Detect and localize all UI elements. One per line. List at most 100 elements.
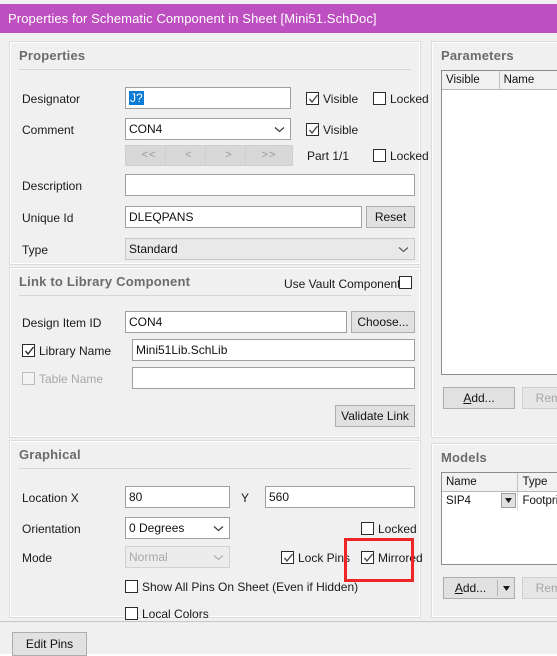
models-remove-button: Remove bbox=[522, 577, 557, 599]
lock-pins-label: Lock Pins bbox=[298, 551, 351, 565]
mode-combobox: Normal bbox=[125, 546, 230, 568]
dialog-footer: Edit Pins bbox=[0, 623, 557, 656]
description-label: Description bbox=[22, 179, 83, 193]
part-locked-label: Locked bbox=[390, 149, 429, 163]
designator-label: Designator bbox=[22, 92, 81, 106]
parameters-add-label-rest: dd... bbox=[471, 391, 495, 405]
models-header: Models bbox=[441, 450, 557, 472]
table-name-input bbox=[132, 367, 415, 389]
properties-dialog: Properties for Schematic Component in Sh… bbox=[0, 0, 557, 656]
designator-locked-checkbox[interactable] bbox=[373, 92, 386, 105]
parameters-title: Parameters bbox=[441, 48, 514, 63]
chevron-down-icon[interactable] bbox=[501, 493, 517, 508]
link-library-title: Link to Library Component bbox=[19, 274, 191, 289]
location-y-label: Y bbox=[241, 491, 250, 505]
parameters-add-button[interactable]: Add... bbox=[443, 387, 515, 409]
orientation-combobox[interactable]: 0 Degrees bbox=[125, 517, 230, 539]
designator-locked-label: Locked bbox=[390, 92, 429, 106]
orientation-value: 0 Degrees bbox=[129, 521, 185, 535]
chevron-down-icon bbox=[211, 518, 225, 538]
mirrored-label: Mirrored bbox=[378, 551, 423, 565]
checkmark-icon bbox=[363, 552, 374, 564]
validate-link-button[interactable]: Validate Link bbox=[335, 405, 415, 427]
designator-visible-label: Visible bbox=[323, 92, 359, 106]
link-library-group: Link to Library Component Use Vault Comp… bbox=[9, 267, 421, 438]
chevron-down-icon bbox=[211, 547, 225, 567]
parameters-remove-button: Remove bbox=[522, 387, 557, 409]
graphical-header: Graphical bbox=[19, 447, 411, 469]
reset-button[interactable]: Reset bbox=[366, 206, 415, 228]
comment-visible-checkbox[interactable] bbox=[306, 123, 319, 136]
part-last-button[interactable]: >> bbox=[245, 145, 293, 166]
models-add-button[interactable]: Add... bbox=[443, 577, 515, 599]
comment-combobox[interactable]: CON4 bbox=[125, 118, 291, 140]
parameters-group: Parameters Visible Name Add... Remove bbox=[431, 41, 557, 438]
dialog-title: Properties for Schematic Component in Sh… bbox=[8, 11, 377, 26]
graphical-divider bbox=[19, 468, 411, 469]
choose-button[interactable]: Choose... bbox=[351, 311, 415, 333]
parameters-header: Parameters bbox=[441, 48, 557, 70]
orientation-label: Orientation bbox=[22, 522, 81, 536]
properties-group-title: Properties bbox=[19, 48, 86, 63]
models-row-name-text: SIP4 bbox=[446, 495, 471, 507]
type-label: Type bbox=[22, 243, 49, 257]
type-value: Standard bbox=[129, 242, 178, 256]
models-title: Models bbox=[441, 450, 487, 465]
graphical-locked-checkbox[interactable] bbox=[361, 522, 374, 535]
location-y-input[interactable]: 560 bbox=[265, 486, 415, 508]
dialog-titlebar: Properties for Schematic Component in Sh… bbox=[0, 4, 557, 33]
lock-pins-checkbox[interactable] bbox=[281, 551, 294, 564]
comment-label: Comment bbox=[22, 123, 75, 137]
use-vault-label: Use Vault Component bbox=[284, 277, 401, 291]
models-cell-name[interactable]: SIP4 bbox=[442, 492, 519, 511]
part-indicator: Part 1/1 bbox=[307, 149, 350, 163]
parameters-table[interactable]: Visible Name bbox=[441, 70, 557, 375]
mode-label: Mode bbox=[22, 551, 53, 565]
graphical-locked-label: Locked bbox=[378, 522, 417, 536]
part-locked-checkbox[interactable] bbox=[373, 149, 386, 162]
comment-value: CON4 bbox=[129, 122, 163, 136]
description-input[interactable] bbox=[125, 174, 415, 196]
chevron-down-icon bbox=[396, 239, 410, 259]
graphical-title: Graphical bbox=[19, 447, 81, 462]
checkmark-icon bbox=[308, 93, 319, 105]
models-cell-type[interactable]: Footprint bbox=[518, 492, 557, 511]
designator-visible-checkbox[interactable] bbox=[306, 92, 319, 105]
checkmark-icon bbox=[283, 552, 294, 564]
type-combobox[interactable]: Standard bbox=[125, 238, 415, 260]
edit-pins-button[interactable]: Edit Pins bbox=[12, 632, 87, 656]
parameters-table-header: Visible Name bbox=[442, 71, 557, 90]
location-label: Location X bbox=[22, 491, 79, 505]
chevron-down-icon bbox=[272, 119, 286, 139]
design-item-id-input[interactable]: CON4 bbox=[125, 311, 347, 333]
mirrored-checkbox[interactable] bbox=[361, 551, 374, 564]
checkmark-icon bbox=[308, 124, 319, 136]
library-name-input[interactable]: Mini51Lib.SchLib bbox=[132, 339, 415, 361]
models-col-name[interactable]: Name bbox=[442, 473, 519, 491]
models-table-header: Name Type bbox=[442, 473, 557, 492]
table-name-label: Table Name bbox=[39, 372, 104, 386]
unique-id-input[interactable]: DLEQPANS bbox=[125, 206, 362, 228]
designator-input[interactable]: J? bbox=[125, 87, 291, 109]
properties-group-header: Properties bbox=[19, 48, 411, 70]
designator-value: J? bbox=[129, 91, 144, 105]
chevron-down-icon[interactable] bbox=[498, 585, 514, 591]
use-vault-checkbox[interactable] bbox=[399, 276, 412, 289]
library-name-label: Library Name bbox=[39, 344, 112, 358]
local-colors-checkbox[interactable] bbox=[125, 607, 138, 620]
unique-id-label: Unique Id bbox=[22, 211, 74, 225]
link-library-divider bbox=[19, 295, 411, 296]
models-table[interactable]: Name Type SIP4 Footprint bbox=[441, 472, 557, 565]
models-add-label: Add... bbox=[454, 581, 487, 595]
parameters-col-name[interactable]: Name bbox=[500, 71, 557, 89]
parameters-col-visible[interactable]: Visible bbox=[442, 71, 500, 89]
table-row[interactable]: SIP4 Footprint bbox=[442, 492, 557, 511]
local-colors-label: Local Colors bbox=[142, 607, 209, 621]
graphical-group: Graphical Location X 80 Y 560 Orientatio… bbox=[9, 440, 423, 621]
properties-divider bbox=[19, 69, 411, 70]
models-col-type[interactable]: Type bbox=[518, 473, 557, 491]
models-group: Models Name Type SIP4 Footprint bbox=[431, 443, 557, 618]
show-all-pins-checkbox[interactable] bbox=[125, 580, 138, 593]
library-name-checkbox[interactable] bbox=[22, 344, 35, 357]
location-x-input[interactable]: 80 bbox=[125, 486, 230, 508]
